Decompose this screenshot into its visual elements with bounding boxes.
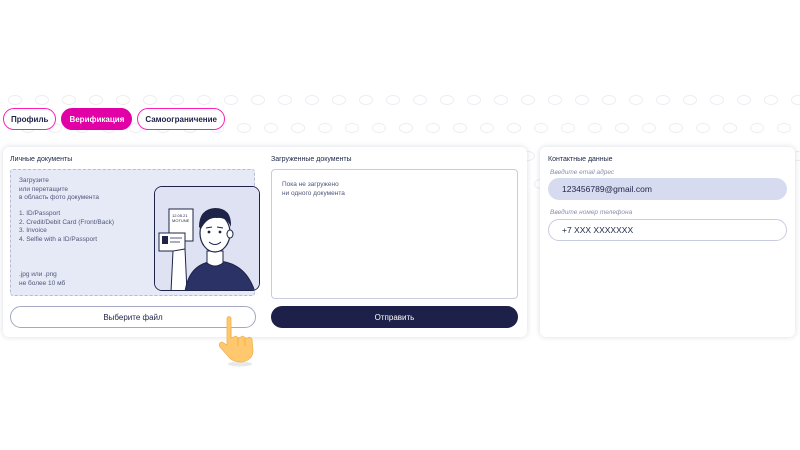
background-pattern-icon xyxy=(372,123,386,133)
background-pattern-icon xyxy=(642,123,656,133)
phone-field[interactable]: +7 XXX XXXXXXX xyxy=(548,219,787,241)
background-pattern-icon xyxy=(318,123,332,133)
background-pattern-icon xyxy=(777,123,791,133)
document-type-item: 1. ID/Passport xyxy=(19,210,61,217)
background-pattern-icon xyxy=(750,123,764,133)
background-pattern-icon xyxy=(224,95,238,105)
background-pattern-icon xyxy=(291,123,305,133)
background-pattern-icon xyxy=(548,95,562,105)
background-pattern-icon xyxy=(399,123,413,133)
document-type-item: 2. Credit/Debit Card (Front/Back) xyxy=(19,218,115,226)
background-pattern-icon xyxy=(116,95,130,105)
file-format-hint: .jpg или .png не более 10 мб xyxy=(19,271,65,288)
uploaded-empty-message: Пока не загружено ни одного документа xyxy=(282,181,345,198)
uploaded-empty-line: Пока не загружено xyxy=(282,181,339,188)
file-format-line: не более 10 мб xyxy=(19,279,66,287)
document-type-item: 4. Selfie with a ID/Passport xyxy=(19,235,98,243)
background-pattern-icon xyxy=(197,95,211,105)
background-pattern-icon xyxy=(737,95,751,105)
tab-self-restriction[interactable]: Самоограничение xyxy=(137,108,225,130)
email-label: Введите email адрес xyxy=(550,169,615,176)
tab-verification[interactable]: Верификация xyxy=(61,108,133,130)
uploaded-docs-list: Пока не загружено ни одного документа xyxy=(271,169,518,299)
background-pattern-icon xyxy=(170,95,184,105)
tab-bar: Профиль Верификация Самоограничение xyxy=(3,108,225,130)
personal-docs-title: Личные документы xyxy=(10,156,73,163)
selfie-illustration-graphic: 12.05.21 MOTUNE xyxy=(155,187,259,290)
background-pattern-icon xyxy=(453,123,467,133)
background-pattern-icon xyxy=(615,123,629,133)
background-pattern-icon xyxy=(561,123,575,133)
background-pattern-icon xyxy=(696,123,710,133)
phone-label: Введите номер телефона xyxy=(550,209,633,216)
background-pattern-icon xyxy=(507,123,521,133)
background-pattern-icon xyxy=(588,123,602,133)
background-pattern-icon xyxy=(480,123,494,133)
background-pattern-icon xyxy=(359,95,373,105)
background-pattern-icon xyxy=(264,123,278,133)
background-pattern-icon xyxy=(575,95,589,105)
dropzone-instruction-line: Загрузите xyxy=(19,177,49,184)
background-pattern-icon xyxy=(237,123,251,133)
background-pattern-icon xyxy=(440,95,454,105)
background-pattern-icon xyxy=(35,95,49,105)
document-type-list: 1. ID/Passport 2. Credit/Debit Card (Fro… xyxy=(19,210,114,244)
tab-profile[interactable]: Профиль xyxy=(3,108,57,130)
background-pattern-icon xyxy=(534,123,548,133)
selfie-illustration: 12.05.21 MOTUNE xyxy=(154,186,260,291)
background-pattern-icon xyxy=(521,95,535,105)
background-pattern-icon xyxy=(8,95,22,105)
background-pattern-icon xyxy=(494,95,508,105)
background-pattern-icon xyxy=(723,123,737,133)
background-pattern-icon xyxy=(345,123,359,133)
document-type-item: 3. Invoice xyxy=(19,227,47,234)
dropzone-instructions: Загрузите или перетащите в область фото … xyxy=(19,177,99,203)
background-pattern-icon xyxy=(683,95,697,105)
pointer-hand-icon xyxy=(212,314,264,368)
dropzone-instruction-line: в область фото документа xyxy=(19,194,99,201)
background-pattern-icon xyxy=(467,95,481,105)
background-pattern-icon xyxy=(143,95,157,105)
background-pattern-icon xyxy=(278,95,292,105)
background-pattern-icon xyxy=(791,95,800,105)
background-pattern-icon xyxy=(305,95,319,105)
send-button[interactable]: Отправить xyxy=(271,306,518,328)
background-pattern-icon xyxy=(426,123,440,133)
background-pattern-icon xyxy=(764,95,778,105)
background-pattern-icon xyxy=(656,95,670,105)
background-pattern-icon xyxy=(332,95,346,105)
email-field[interactable]: 123456789@gmail.com xyxy=(548,178,787,200)
background-pattern-icon xyxy=(413,95,427,105)
background-pattern-icon xyxy=(386,95,400,105)
document-dropzone[interactable]: Загрузите или перетащите в область фото … xyxy=(10,169,260,296)
background-pattern-icon xyxy=(89,95,103,105)
file-format-line: .jpg или .png xyxy=(19,271,57,278)
background-pattern-icon xyxy=(602,95,616,105)
background-pattern-icon xyxy=(669,123,683,133)
background-pattern-icon xyxy=(62,95,76,105)
uploaded-docs-title: Загруженные документы xyxy=(271,156,352,163)
contacts-title: Контактные данные xyxy=(548,156,613,163)
dropzone-instruction-line: или перетащите xyxy=(19,185,69,193)
background-pattern-icon xyxy=(629,95,643,105)
uploaded-empty-line: ни одного документа xyxy=(282,189,345,197)
card-name: MOTUNE xyxy=(172,218,190,223)
background-pattern-icon xyxy=(251,95,265,105)
background-pattern-icon xyxy=(710,95,724,105)
